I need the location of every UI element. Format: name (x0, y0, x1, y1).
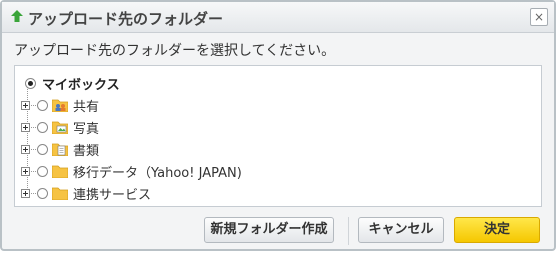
new-folder-button[interactable]: 新規フォルダー作成 (204, 217, 334, 243)
folder-radio[interactable] (37, 121, 48, 133)
folder-label: 書類 (73, 143, 100, 159)
tree-item-linked-services[interactable]: 連携サービス (21, 184, 152, 203)
folder-radio[interactable] (37, 143, 48, 155)
folder-label: 共有 (73, 99, 100, 115)
tree-item-shared[interactable]: 共有 (21, 96, 100, 115)
dialog-title: アップロード先のフォルダー (28, 10, 224, 28)
dialog-titlebar: アップロード先のフォルダー × (2, 2, 554, 33)
folder-label: 連携サービス (73, 187, 152, 203)
photo-folder-icon (52, 121, 68, 134)
instruction-text: アップロード先のフォルダーを選択してください。 (14, 43, 336, 59)
upload-folder-dialog: アップロード先のフォルダー × アップロード先のフォルダーを選択してください。 … (0, 0, 556, 251)
folder-radio[interactable] (37, 99, 48, 111)
folder-icon (52, 165, 68, 178)
document-folder-icon (52, 143, 68, 156)
folder-radio[interactable] (37, 165, 48, 177)
close-icon: × (533, 10, 545, 24)
shared-folder-icon (52, 99, 68, 112)
expand-toggle[interactable] (21, 100, 30, 110)
expand-toggle[interactable] (21, 122, 30, 132)
expand-toggle[interactable] (21, 188, 30, 198)
folder-radio[interactable] (37, 187, 48, 199)
root-label: マイボックス (42, 77, 120, 93)
tree-item-documents[interactable]: 書類 (21, 140, 100, 159)
root-radio[interactable] (25, 77, 36, 89)
close-button[interactable]: × (530, 8, 548, 26)
tree-item-migration-data[interactable]: 移行データ（Yahoo! JAPAN) (21, 162, 242, 181)
button-divider (348, 217, 349, 245)
tree-item-photos[interactable]: 写真 (21, 118, 100, 137)
folder-icon (52, 187, 68, 200)
cancel-button[interactable]: キャンセル (358, 217, 444, 243)
folder-label: 写真 (73, 121, 100, 137)
tree-root-mybox[interactable]: マイボックス (25, 74, 120, 93)
upload-arrow-icon (11, 10, 23, 22)
folder-tree: マイボックス 共有 写真 書類 移行データ（Yahoo! JAPAN) 連携サー… (14, 65, 542, 207)
expand-toggle[interactable] (21, 144, 30, 154)
folder-label: 移行データ（Yahoo! JAPAN) (73, 165, 242, 181)
ok-button[interactable]: 決定 (454, 217, 540, 243)
expand-toggle[interactable] (21, 166, 30, 176)
